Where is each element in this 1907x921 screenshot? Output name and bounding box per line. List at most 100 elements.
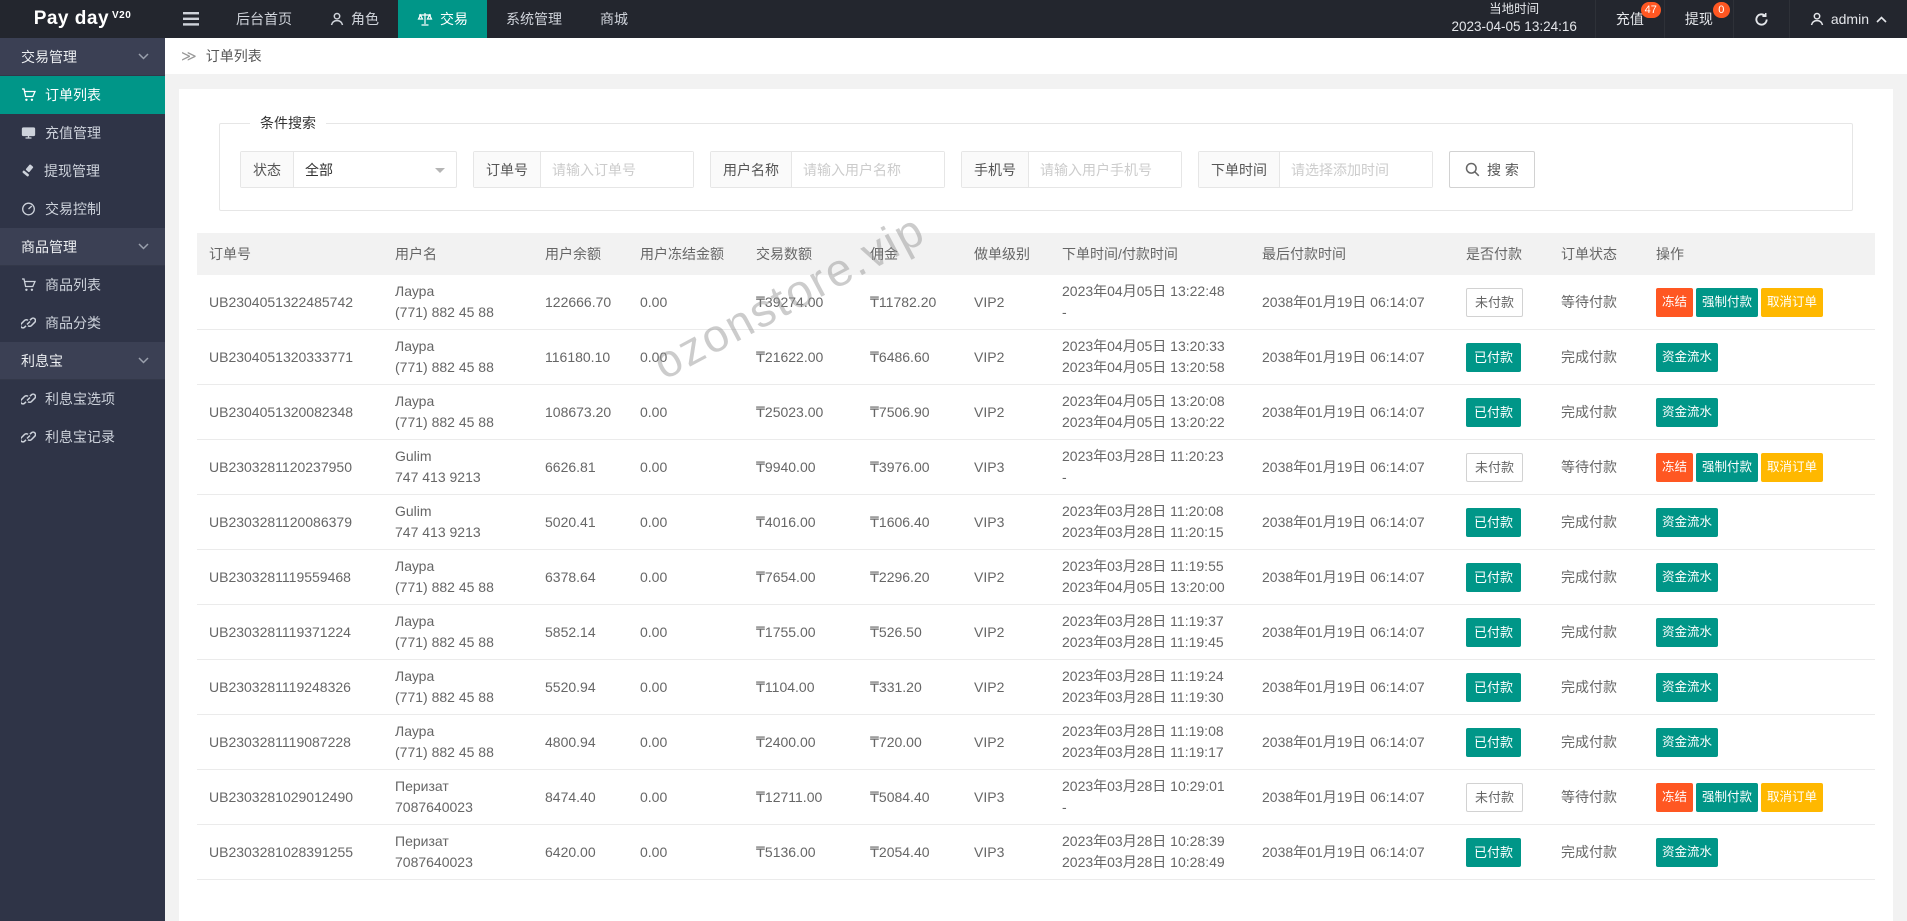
unpaid-badge: 未付款	[1466, 782, 1524, 812]
recharge-button[interactable]: 充值 47	[1594, 0, 1664, 38]
topbar-right: 当地时间 2023-04-05 13:24:16 充值 47 提现 0 admi…	[1434, 0, 1907, 38]
order-no-cell: UB2303281028391255	[197, 824, 383, 880]
board-icon	[21, 126, 36, 140]
frozen-cell: 0.00	[628, 824, 744, 880]
last-pay-time-cell: 2038年01月19日 06:14:07	[1250, 714, 1454, 770]
action-button-强制付款[interactable]: 强制付款	[1696, 287, 1759, 317]
action-button-冻结[interactable]: 冻结	[1656, 287, 1694, 317]
sidebar-item-充值管理[interactable]: 充值管理	[0, 114, 165, 152]
sidebar-group-label: 利息宝	[21, 352, 63, 369]
sidebar-item-利息宝选项[interactable]: 利息宝选项	[0, 380, 165, 418]
user-cell: Перизат 7087640023	[383, 824, 533, 880]
order-time: 2023年03月28日 11:20:23	[1062, 448, 1224, 464]
action-button-资金流水[interactable]: 资金流水	[1656, 562, 1719, 592]
search-button[interactable]: 搜 索	[1449, 151, 1535, 188]
nav-item-3[interactable]: 交易	[398, 0, 487, 38]
action-button-取消订单[interactable]: 取消订单	[1761, 452, 1824, 482]
main-area: ≫ 订单列表 ozonstore.vip 条件搜索 状态全部订单号用户名称手机号…	[165, 0, 1907, 921]
sidebar-item-label: 利息宝记录	[45, 429, 115, 445]
sidebar-group-1[interactable]: 交易管理	[0, 38, 165, 76]
action-button-资金流水[interactable]: 资金流水	[1656, 672, 1719, 702]
filter-label: 用户名称	[711, 152, 792, 187]
sidebar-group-2[interactable]: 商品管理	[0, 228, 165, 266]
balance-cell: 6626.81	[533, 439, 628, 495]
filter-input-2[interactable]	[792, 152, 944, 187]
action-button-取消订单[interactable]: 取消订单	[1761, 782, 1824, 812]
sidebar-item-订单列表[interactable]: 订单列表	[0, 76, 165, 114]
paid-badge: 已付款	[1466, 672, 1522, 702]
action-button-资金流水[interactable]: 资金流水	[1656, 727, 1719, 757]
action-button-资金流水[interactable]: 资金流水	[1656, 397, 1719, 427]
level-cell: VIP2	[962, 384, 1050, 440]
action-button-强制付款[interactable]: 强制付款	[1696, 782, 1759, 812]
column-header: 下单时间/付款时间	[1050, 233, 1250, 275]
status-cell: 完成付款	[1549, 494, 1644, 550]
paid-cell: 未付款	[1454, 275, 1549, 330]
action-button-资金流水[interactable]: 资金流水	[1656, 507, 1719, 537]
pay-time: -	[1062, 799, 1067, 815]
nav-item-4[interactable]: 系统管理	[487, 0, 581, 38]
sidebar-group-label: 商品管理	[21, 238, 77, 255]
user-name: Перизат	[395, 778, 449, 794]
commission-cell: ₸7506.90	[858, 384, 962, 440]
user-name: Лаура	[395, 668, 435, 684]
order-time-cell: 2023年03月28日 11:19:08 2023年03月28日 11:19:17	[1050, 714, 1250, 770]
actions-cell: 资金流水	[1644, 659, 1875, 715]
order-time: 2023年03月28日 11:19:37	[1062, 613, 1224, 629]
gavel-icon	[21, 164, 35, 178]
user-menu[interactable]: admin	[1788, 0, 1907, 38]
scales-icon	[417, 12, 433, 26]
refresh-button[interactable]	[1732, 0, 1789, 38]
user-name: Лаура	[395, 283, 435, 299]
nav-item-5[interactable]: 商城	[581, 0, 647, 38]
nav-item-2[interactable]: 角色	[311, 0, 398, 38]
balance-cell: 4800.94	[533, 714, 628, 770]
filter-group-2: 用户名称	[710, 151, 945, 188]
balance-cell: 108673.20	[533, 384, 628, 440]
action-button-资金流水[interactable]: 资金流水	[1656, 617, 1719, 647]
filter-input-4[interactable]	[1280, 152, 1432, 187]
status-select[interactable]: 全部	[294, 152, 456, 187]
status-cell: 等待付款	[1549, 439, 1644, 495]
table-row: UB2303281120237950 Gulim 747 413 9213 6626.…	[197, 439, 1875, 495]
paid-cell: 未付款	[1454, 439, 1549, 495]
level-cell: VIP2	[962, 329, 1050, 385]
user-phone: 747 413 9213	[395, 469, 481, 485]
action-button-资金流水[interactable]: 资金流水	[1656, 342, 1719, 372]
status-filter-group: 状态 全部	[240, 151, 457, 188]
commission-cell: ₸6486.60	[858, 329, 962, 385]
sidebar-group-3[interactable]: 利息宝	[0, 342, 165, 380]
frozen-cell: 0.00	[628, 604, 744, 660]
pay-time: -	[1062, 469, 1067, 485]
sidebar-item-商品列表[interactable]: 商品列表	[0, 266, 165, 304]
status-cell: 完成付款	[1549, 824, 1644, 880]
action-button-资金流水[interactable]: 资金流水	[1656, 837, 1719, 867]
frozen-cell: 0.00	[628, 769, 744, 825]
frozen-cell: 0.00	[628, 494, 744, 550]
withdraw-button[interactable]: 提现 0	[1663, 0, 1733, 38]
actions-cell: 资金流水	[1644, 384, 1875, 440]
table-row: UB2303281119087228 Лаура (771) 882 45 88 48…	[197, 714, 1875, 770]
action-button-强制付款[interactable]: 强制付款	[1696, 452, 1759, 482]
actions-cell: 资金流水	[1644, 714, 1875, 770]
order-time-cell: 2023年04月05日 13:20:33 2023年04月05日 13:20:58	[1050, 329, 1250, 385]
filter-input-1[interactable]	[541, 152, 693, 187]
user-name: Gulim	[395, 448, 432, 464]
sidebar-item-提现管理[interactable]: 提现管理	[0, 152, 165, 190]
filter-input-3[interactable]	[1029, 152, 1181, 187]
user-phone: (771) 882 45 88	[395, 359, 494, 375]
user-cell: Лаура (771) 882 45 88	[383, 659, 533, 715]
user-cell: Лаура (771) 882 45 88	[383, 329, 533, 385]
action-button-冻结[interactable]: 冻结	[1656, 452, 1694, 482]
action-button-取消订单[interactable]: 取消订单	[1761, 287, 1824, 317]
hamburger-icon[interactable]	[165, 0, 217, 38]
topnav: 后台首页 角色 交易 系统管理 商城	[217, 0, 647, 38]
sidebar-item-label: 利息宝选项	[45, 391, 115, 407]
pay-time: 2023年04月05日 13:20:58	[1062, 359, 1225, 375]
sidebar-item-交易控制[interactable]: 交易控制	[0, 190, 165, 228]
sidebar-item-利息宝记录[interactable]: 利息宝记录	[0, 418, 165, 456]
sidebar-item-商品分类[interactable]: 商品分类	[0, 304, 165, 342]
action-button-冻结[interactable]: 冻结	[1656, 782, 1694, 812]
nav-item-1[interactable]: 后台首页	[217, 0, 311, 38]
pay-time: 2023年03月28日 11:19:30	[1062, 689, 1224, 705]
